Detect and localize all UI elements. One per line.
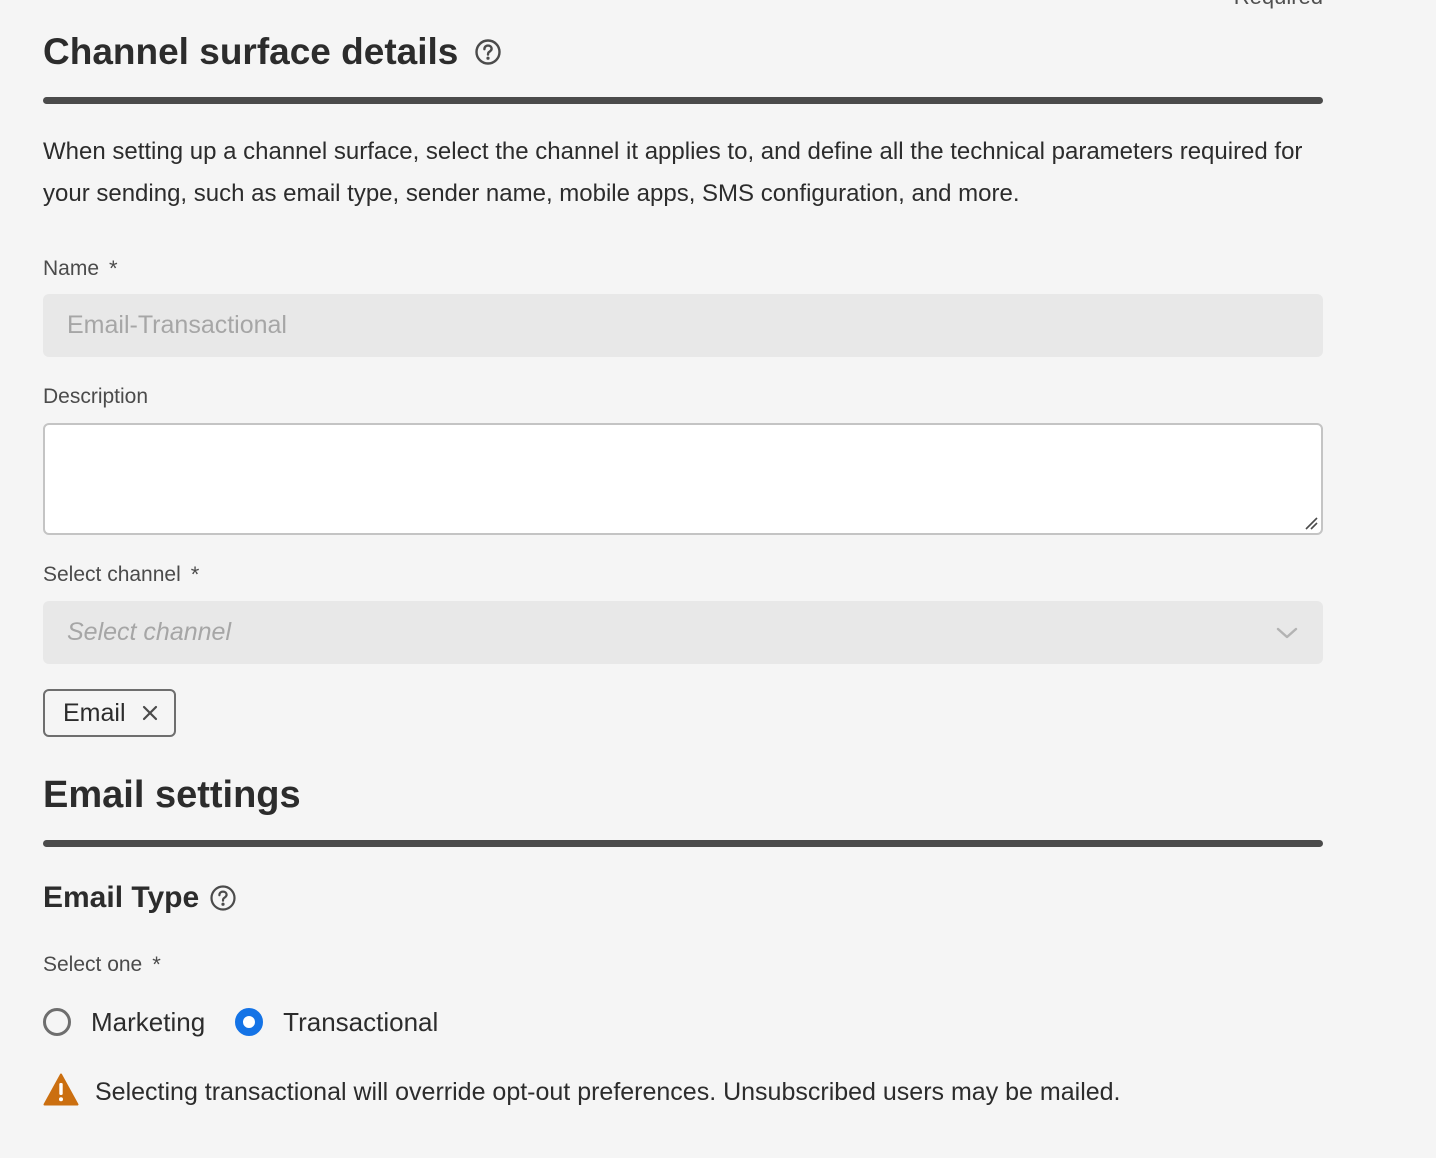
- email-type-title: Email Type: [43, 881, 200, 914]
- required-asterisk: *: [190, 562, 200, 587]
- required-asterisk: *: [109, 256, 118, 281]
- radio-button-unchecked[interactable]: [43, 1008, 71, 1036]
- name-input-value: Email-Transactional: [67, 311, 287, 339]
- alert-triangle-icon: [43, 1073, 79, 1111]
- channel-select[interactable]: Select channel: [43, 601, 1323, 664]
- intro-text: When setting up a channel surface, selec…: [43, 138, 1303, 207]
- select-one-label-text: Select one: [43, 953, 143, 976]
- name-label-text: Name: [43, 257, 100, 280]
- page-title: Channel surface details: [43, 31, 459, 72]
- select-one-label: Select one *: [43, 952, 161, 978]
- required-note: Required: [1234, 0, 1323, 10]
- description-label-text: Description: [43, 385, 149, 408]
- section-heading-channel-surface-details: Channel surface details: [43, 28, 502, 76]
- description-label: Description: [43, 385, 148, 409]
- chevron-down-icon[interactable]: [1275, 626, 1299, 640]
- channel-label: Select channel *: [43, 562, 199, 588]
- email-type-heading: Email Type: [43, 878, 237, 918]
- resize-handle-icon[interactable]: [1304, 516, 1318, 530]
- channel-label-text: Select channel: [43, 563, 181, 586]
- transactional-warning: Selecting transactional will override op…: [43, 1072, 1121, 1112]
- section-divider: [43, 97, 1323, 104]
- description-textarea[interactable]: [43, 423, 1323, 535]
- radio-label: Marketing: [91, 1006, 206, 1037]
- name-label: Name *: [43, 256, 118, 282]
- warning-text: Selecting transactional will override op…: [95, 1077, 1121, 1106]
- email-type-radio-group: Marketing Transactional: [43, 1002, 468, 1042]
- email-settings-title: Email settings: [43, 773, 301, 816]
- section-heading-email-settings: Email settings: [43, 770, 301, 820]
- tag-email: Email: [43, 689, 176, 737]
- channel-surface-page: Required Channel surface details When se…: [0, 0, 1436, 1158]
- help-icon[interactable]: [474, 38, 502, 66]
- close-icon[interactable]: [142, 705, 158, 721]
- tag-label: Email: [63, 698, 126, 727]
- radio-label: Transactional: [283, 1006, 439, 1037]
- channel-select-placeholder: Select channel: [67, 618, 232, 646]
- radio-button-checked[interactable]: [235, 1008, 264, 1036]
- name-input[interactable]: Email-Transactional: [43, 294, 1323, 357]
- radio-transactional[interactable]: Transactional: [235, 1007, 438, 1038]
- radio-marketing[interactable]: Marketing: [43, 1007, 205, 1038]
- section-divider: [43, 840, 1323, 847]
- help-icon[interactable]: [209, 884, 237, 912]
- required-asterisk: *: [152, 952, 161, 977]
